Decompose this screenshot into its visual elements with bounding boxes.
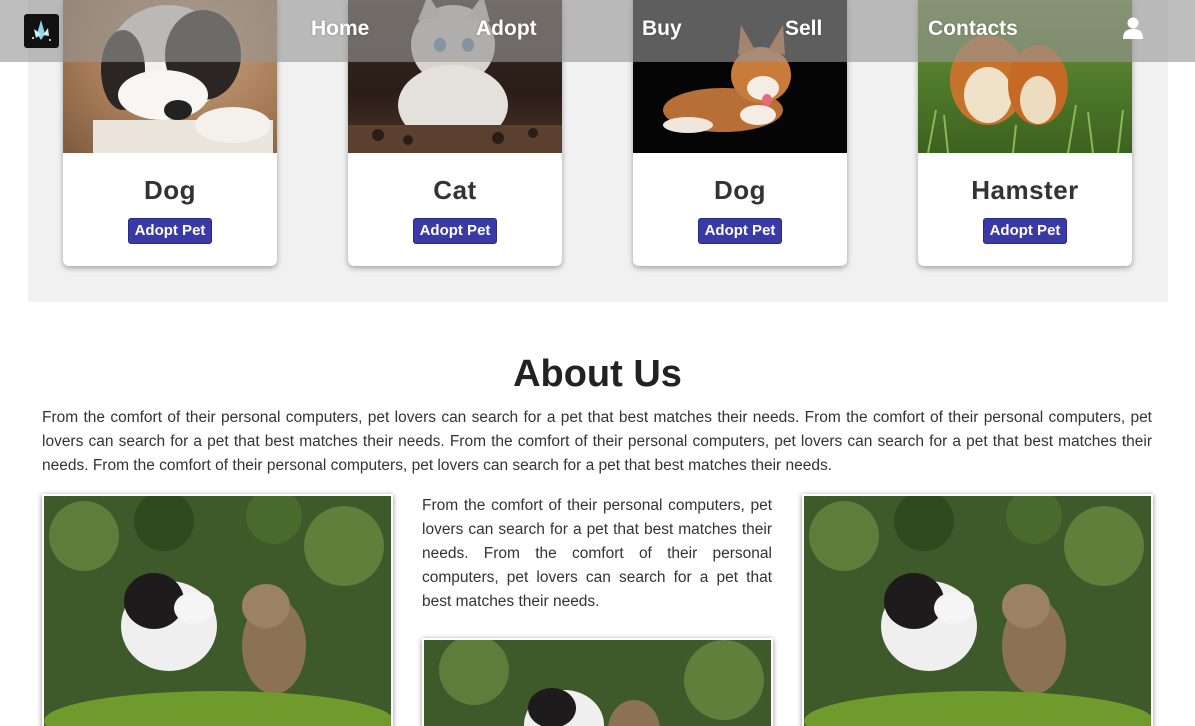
navbar: Home Adopt Buy Sell Contacts (0, 0, 1195, 62)
nav-sell-link[interactable]: Sell (785, 17, 822, 41)
bird-logo-icon[interactable] (24, 14, 59, 48)
adopt-pet-button[interactable]: Adopt Pet (412, 218, 498, 244)
nav-adopt-link[interactable]: Adopt (476, 17, 537, 41)
puppy-kitten-photo (422, 638, 773, 726)
pet-name: Hamster (971, 175, 1079, 205)
pet-name: Cat (433, 175, 477, 205)
adopt-pet-button[interactable]: Adopt Pet (697, 218, 783, 244)
about-side-paragraph: From the comfort of their personal compu… (422, 497, 772, 610)
about-paragraph: From the comfort of their personal compu… (42, 409, 1152, 474)
about-title: About Us (513, 353, 682, 395)
nav-home-link[interactable]: Home (311, 17, 369, 41)
nav-buy-link[interactable]: Buy (642, 17, 682, 41)
pet-name: Dog (143, 175, 197, 205)
nav-contacts-link[interactable]: Contacts (928, 17, 1018, 41)
puppy-kitten-photo (42, 494, 393, 726)
adopt-pet-button[interactable]: Adopt Pet (982, 218, 1068, 244)
puppy-kitten-photo (802, 494, 1153, 726)
pet-name: Dog (713, 175, 767, 205)
user-icon[interactable] (1121, 16, 1145, 40)
adopt-pet-button[interactable]: Adopt Pet (127, 218, 213, 244)
